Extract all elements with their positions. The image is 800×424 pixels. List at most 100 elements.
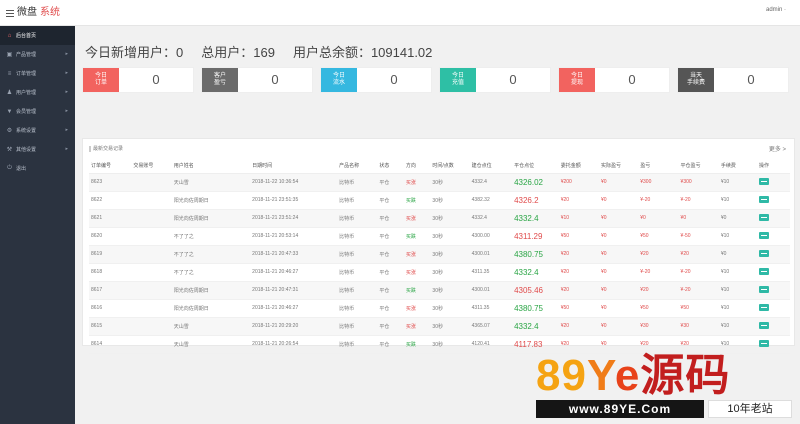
table-cell: ¥20 [638,281,679,300]
table-cell: 4332.4 [512,317,559,336]
sidebar-item-label: 订单管理 [16,71,37,77]
chevron-right-icon: ▸ [65,108,68,114]
user-menu[interactable]: admin · [766,7,786,13]
table-cell[interactable] [757,335,790,354]
sidebar-item-0[interactable]: ⌂ 后台首页 [0,26,75,45]
table-cell: ¥-20 [678,281,719,300]
table-cell: ¥-20 [678,263,719,282]
recent-trades-panel: 最新交易记录 更多 > 订单编号 交易账号 用户姓名 日期时间 产品名称 状态 方向 时间/点… [82,138,795,354]
column-header: 方向 [403,159,431,174]
sidebar-item-label: 后台首页 [16,33,37,39]
table-cell: 买跌 [403,335,431,354]
table-cell [131,245,172,264]
row-action-icon[interactable] [759,267,770,275]
sidebar-item-4[interactable]: ▼ 会员管理 ▸ [0,102,75,121]
table-cell: ¥0 [599,191,639,210]
row-action-icon[interactable] [759,249,770,257]
table-row: 8621 阳光向佐周期日 2018-11-21 23:51:24 比特币 平仓 买涨 30秒… [89,209,790,228]
table-cell: 平仓 [377,263,404,282]
table-cell: ¥20 [558,281,600,300]
more-link[interactable]: 更多 > [769,144,786,153]
table-cell[interactable] [757,245,790,264]
row-action-icon[interactable] [759,285,770,293]
table-cell: 4380.75 [512,245,559,264]
sidebar-item-1[interactable]: ▣ 产品管理 ▸ [0,45,75,64]
sidebar-item-3[interactable]: ♟ 用户管理 ▸ [0,83,75,102]
table-cell: ¥-20 [638,263,679,282]
stat-card-value: 0 [509,72,517,87]
column-header: 手续费 [718,159,758,174]
table-cell[interactable] [757,227,790,246]
list-icon: ≡ [7,70,12,77]
table-cell: ¥20 [638,245,679,264]
column-header: 用户姓名 [171,159,251,174]
home-icon: ⌂ [7,32,12,39]
table-cell: 买跌 [403,227,431,246]
table-cell: ¥0 [638,209,679,228]
stat-card-label: 当天 手续费 [678,68,714,92]
sidebar-item-7[interactable]: ⏻ 退出 [0,159,75,178]
table-cell: 8614 [89,335,132,354]
table-cell: 阳光向佐周期日 [171,281,251,300]
table-cell: 30秒 [430,191,470,210]
table-cell: 2018-11-21 20:29:20 [250,317,338,336]
row-action-icon[interactable] [759,339,770,347]
table-cell: 4326.2 [512,191,559,210]
table-cell: 比特币 [337,191,378,210]
table-cell: 4326.02 [512,173,559,192]
table-cell: 阳光向佐周期日 [171,209,251,228]
stat-card-value: 0 [628,72,636,87]
table-cell[interactable] [757,173,790,192]
table-cell: 买涨 [403,245,431,264]
table-cell: 买跌 [403,191,431,210]
column-header: 平仓点位 [512,159,559,174]
column-header: 日期时间 [250,159,338,174]
table-cell: 8617 [89,281,132,300]
table-cell: 2018-11-22 10:36:54 [250,173,338,192]
table-cell[interactable] [757,317,790,336]
table-cell: 30秒 [430,263,470,282]
row-action-icon[interactable] [759,213,770,221]
column-header: 交易账号 [131,159,172,174]
chevron-right-icon: ▸ [65,89,68,95]
table-cell: 平仓 [377,317,404,336]
table-cell: ¥50 [558,227,600,246]
trades-table: 订单编号 交易账号 用户姓名 日期时间 产品名称 状态 方向 时间/点数 建仓点位 平仓点位 委托金… [89,159,790,354]
stat-card-label: 今日 充值 [440,68,476,92]
table-cell[interactable] [757,299,790,318]
logo[interactable]: 微盘 系统 [0,0,75,26]
stat-card: 今日 流水 0 [320,67,432,93]
table-cell: ¥10 [718,227,758,246]
table-cell[interactable] [757,209,790,228]
row-action-icon[interactable] [759,321,770,329]
top-bar: 微盘 系统 admin · [0,0,800,26]
table-cell[interactable] [757,263,790,282]
row-action-icon[interactable] [759,231,770,239]
stats-summary: 今日新增用户：0 总用户：169 用户总余额：109141.02 [85,42,432,61]
row-action-icon[interactable] [759,303,770,311]
table-cell: 比特币 [337,281,378,300]
table-cell: 4332.4 [469,209,513,228]
table-cell: 不了了之 [171,263,251,282]
table-cell: 4380.75 [512,299,559,318]
table-cell: 买跌 [403,281,431,300]
table-cell[interactable] [757,281,790,300]
row-action-icon[interactable] [759,195,770,203]
table-cell: 阳光向佐周期日 [171,299,251,318]
sidebar-item-6[interactable]: ⚒ 其他设置 ▸ [0,140,75,159]
sidebar-item-2[interactable]: ≡ 订单管理 ▸ [0,64,75,83]
menu-icon[interactable] [6,9,14,17]
table-cell[interactable] [757,191,790,210]
box-icon: ▣ [6,52,13,58]
table-cell: 2018-11-21 23:51:35 [250,191,338,210]
table-cell: ¥20 [558,191,600,210]
logo-accent: 系统 [40,7,60,18]
table-cell: 8615 [89,317,132,336]
row-action-icon[interactable] [759,177,770,185]
table-cell: 比特币 [337,263,378,282]
stat-new-users: 今日新增用户：0 [85,45,184,60]
table-cell: 平仓 [377,191,404,210]
logout-icon: ⏻ [7,165,12,171]
table-cell [131,335,172,354]
sidebar-item-5[interactable]: ⚙ 系统设置 ▸ [0,121,75,140]
